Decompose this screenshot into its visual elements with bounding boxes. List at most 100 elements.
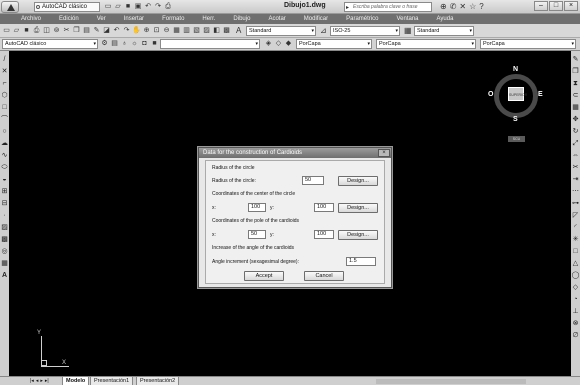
search-input[interactable]: ▸ Escriba palabra clave o frase <box>344 2 432 12</box>
osnap-endpoint-icon[interactable]: □ <box>571 247 580 257</box>
settings-icon[interactable]: ⚙ <box>100 39 109 48</box>
construction-line-icon[interactable]: ✕ <box>0 67 9 77</box>
viewcube-face[interactable]: SUPERIOR <box>508 87 527 101</box>
tab-modelo[interactable]: Modelo <box>62 377 90 385</box>
menu-ver[interactable]: Ver <box>88 14 115 24</box>
cut-icon[interactable]: ✂ <box>62 26 71 35</box>
make-block-icon[interactable]: ⊟ <box>0 199 9 209</box>
ellipse-icon[interactable]: ⬭ <box>0 163 9 173</box>
make-current-icon[interactable]: ◈ <box>264 39 273 48</box>
explode-icon[interactable]: ✳ <box>571 235 580 245</box>
open-icon[interactable]: ▱ <box>12 26 21 35</box>
move-icon[interactable]: ✥ <box>571 115 580 125</box>
osnap-tangent-icon[interactable]: ◔ <box>571 295 580 305</box>
compass-south[interactable]: S <box>513 116 518 123</box>
menu-edicion[interactable]: Edición <box>50 14 88 24</box>
lock-icon[interactable]: ◘ <box>140 39 149 48</box>
dim-style-select[interactable]: ISO-25 ▾ <box>330 26 400 36</box>
maximize-icon[interactable]: □ <box>549 1 563 11</box>
open-icon[interactable]: ▱ <box>114 2 122 11</box>
center-x-input[interactable]: 100 <box>248 203 266 212</box>
binoculars-icon[interactable]: ⊕ <box>440 1 447 12</box>
undo-icon[interactable]: ↶ <box>112 26 121 35</box>
communication-icon[interactable]: ✆ <box>450 1 457 12</box>
center-y-input[interactable]: 100 <box>314 203 334 212</box>
pole-y-input[interactable]: 100 <box>314 230 334 239</box>
hatch-icon[interactable]: ▨ <box>0 223 9 233</box>
line-icon[interactable]: / <box>0 55 9 65</box>
fillet-icon[interactable]: ◜ <box>571 223 580 233</box>
saveas-icon[interactable]: ▣ <box>134 2 142 11</box>
erase-icon[interactable]: ✎ <box>571 55 580 65</box>
new-icon[interactable]: ▭ <box>2 26 11 35</box>
tool-palettes-icon[interactable]: ▧ <box>192 26 201 35</box>
lineweight-select[interactable]: PorCapa ▾ <box>480 39 576 49</box>
offset-icon[interactable]: ⊂ <box>571 91 580 101</box>
compass-west[interactable]: O <box>488 91 493 98</box>
preview-icon[interactable]: ◫ <box>42 26 51 35</box>
menu-modificar[interactable]: Modificar <box>295 14 337 24</box>
menu-formato[interactable]: Formato <box>153 14 193 24</box>
osnap-node-icon[interactable]: ⊗ <box>571 319 580 329</box>
prev-tab-icon[interactable]: ◂ <box>36 377 39 385</box>
extend-icon[interactable]: ⇥ <box>571 175 580 185</box>
wcs-menu[interactable]: SCU <box>508 136 525 142</box>
accept-button[interactable]: Accept <box>244 271 284 281</box>
redo-icon[interactable]: ↷ <box>154 2 162 11</box>
workspace-select[interactable]: AutoCAD clásico <box>34 2 100 12</box>
layer-select[interactable]: ▾ <box>160 39 260 49</box>
copy-object-icon[interactable]: ❐ <box>571 67 580 77</box>
insert-block-icon[interactable]: ⊞ <box>0 187 9 197</box>
menu-insertar[interactable]: Insertar <box>115 14 153 24</box>
application-menu-button[interactable] <box>1 1 19 13</box>
polyline-icon[interactable]: ⌐ <box>0 79 9 89</box>
help-button[interactable]: ? <box>479 1 483 12</box>
sheet-set-icon[interactable]: ▨ <box>202 26 211 35</box>
minimize-icon[interactable]: – <box>534 1 548 11</box>
new-icon[interactable]: ▭ <box>104 2 112 11</box>
radius-input[interactable]: 50 <box>302 176 324 185</box>
publish-icon[interactable]: ⊚ <box>52 26 61 35</box>
workspace-combo[interactable]: AutoCAD clásico ▾ <box>2 39 98 49</box>
save-icon[interactable]: ■ <box>124 2 132 11</box>
stretch-icon[interactable]: ⇔ <box>571 151 580 161</box>
menu-dibujo[interactable]: Dibujo <box>224 14 259 24</box>
next-tab-icon[interactable]: ▸ <box>40 377 43 385</box>
table-icon[interactable]: ▦ <box>0 259 9 269</box>
markup-icon[interactable]: ◧ <box>212 26 221 35</box>
zoom-window-icon[interactable]: ⊡ <box>152 26 161 35</box>
menu-acotar[interactable]: Acotar <box>259 14 294 24</box>
cancel-button[interactable]: Cancel <box>304 271 344 281</box>
pan-icon[interactable]: ✋ <box>132 26 141 35</box>
scale-icon[interactable]: ⤢ <box>571 139 580 149</box>
copy-icon[interactable]: ❐ <box>72 26 81 35</box>
block-editor-icon[interactable]: ◪ <box>102 26 111 35</box>
rotate-icon[interactable]: ↻ <box>571 127 580 137</box>
osnap-quadrant-icon[interactable]: ◇ <box>571 283 580 293</box>
revision-cloud-icon[interactable]: ☁ <box>0 139 9 149</box>
tab-presentacion2[interactable]: Presentación2 <box>136 377 180 385</box>
match-layer-icon[interactable]: ◆ <box>284 39 293 48</box>
osnap-midpoint-icon[interactable]: △ <box>571 259 580 269</box>
region-icon[interactable]: ◎ <box>0 247 9 257</box>
exchange-icon[interactable]: ✕ <box>459 1 466 12</box>
menu-parametrico[interactable]: Paramétrico <box>337 14 387 24</box>
compass-east[interactable]: E <box>538 91 543 98</box>
menu-ayuda[interactable]: Ayuda <box>428 14 463 24</box>
plot-icon[interactable]: ⎙ <box>164 2 172 11</box>
layer-manager-icon[interactable]: ▤ <box>110 39 119 48</box>
osnap-perpendicular-icon[interactable]: ⊥ <box>571 307 580 317</box>
polygon-icon[interactable]: ⬡ <box>0 91 9 101</box>
color-select[interactable]: PorCapa ▾ <box>296 39 372 49</box>
table-style-select[interactable]: Standard ▾ <box>414 26 474 36</box>
multiline-text-icon[interactable]: A <box>0 271 9 281</box>
save-icon[interactable]: ■ <box>22 26 31 35</box>
angle-input[interactable]: 1.5 <box>346 257 376 266</box>
design-center-icon[interactable]: ▥ <box>182 26 191 35</box>
rectangle-icon[interactable]: □ <box>0 103 9 113</box>
viewcube[interactable]: SUPERIOR N S O E <box>488 66 546 126</box>
osnap-none-icon[interactable]: ∅ <box>571 331 580 341</box>
text-style-select[interactable]: Standard ▾ <box>246 26 316 36</box>
layer-previous-icon[interactable]: ◇ <box>274 39 283 48</box>
horizontal-scrollbar[interactable] <box>376 379 526 384</box>
